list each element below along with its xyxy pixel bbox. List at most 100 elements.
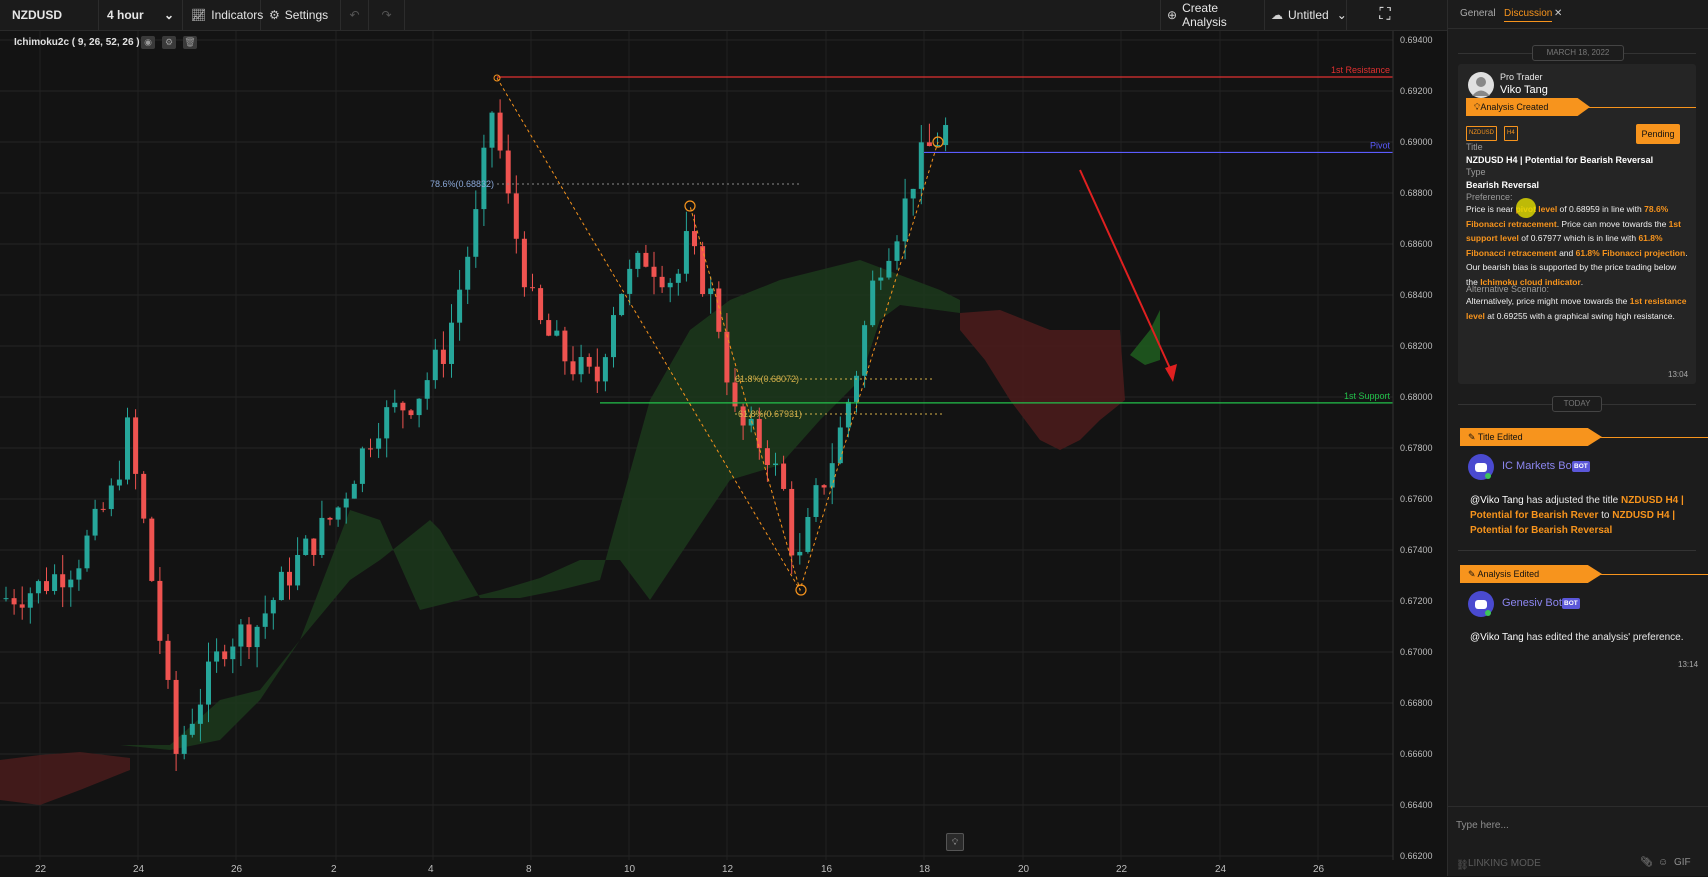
- x-tick-label: 8: [526, 864, 532, 875]
- candle-body: [724, 331, 730, 383]
- linking-mode-toggle[interactable]: LINKING MODE: [1468, 858, 1541, 869]
- author-name: Viko Tang: [1500, 84, 1548, 96]
- x-tick-label: 20: [1018, 864, 1030, 875]
- candle-body: [805, 516, 811, 552]
- candle-body: [206, 661, 211, 705]
- tab-general[interactable]: General: [1460, 8, 1496, 19]
- create-analysis-label: Create Analysis: [1182, 1, 1227, 29]
- candle-body: [278, 571, 284, 601]
- chart-toolbar: NZDUSD 4 hour ⌄ 📈︎ Indicators ⚙ Settings…: [0, 0, 1447, 31]
- candle-body: [854, 375, 859, 402]
- price-chart[interactable]: 1st Resistance0.69255Pivot0.689591st Sup…: [0, 31, 1447, 876]
- candle-body: [602, 357, 608, 382]
- ichimoku-cloud-bear-left: [0, 752, 130, 805]
- candle-body: [92, 508, 98, 536]
- lightbulb-icon[interactable]: 💡︎: [946, 833, 964, 851]
- redo-button[interactable]: ↷: [369, 0, 405, 30]
- message-input[interactable]: Type here...: [1456, 820, 1509, 831]
- redo-icon: ↷: [381, 8, 392, 22]
- candle-body: [376, 438, 382, 449]
- y-tick-label: 0.66400: [1400, 800, 1433, 810]
- candle-body: [254, 626, 260, 648]
- paperclip-icon[interactable]: 📎︎: [1640, 857, 1653, 868]
- y-tick-label: 0.68600: [1400, 239, 1433, 249]
- link-icon[interactable]: ⛓︎: [1456, 860, 1469, 871]
- event-analysis-edited: ✎ Analysis Edited: [1460, 565, 1602, 583]
- x-tick-label: 16: [821, 864, 833, 875]
- x-tick-label: 18: [919, 864, 931, 875]
- gif-button[interactable]: GIF: [1674, 857, 1691, 868]
- eye-icon[interactable]: ◉: [141, 36, 155, 49]
- candle-body: [287, 571, 292, 586]
- candle-body: [246, 624, 252, 648]
- y-tick-label: 0.68800: [1400, 188, 1433, 198]
- candle-body: [311, 538, 317, 555]
- bot-badge: BOT: [1572, 461, 1590, 472]
- fullscreen-button[interactable]: ⛶: [1365, 0, 1405, 30]
- undo-icon: ↶: [349, 8, 360, 22]
- candle-body: [408, 410, 414, 416]
- candle-body: [238, 624, 244, 647]
- candle-body: [432, 349, 438, 381]
- x-tick-label: 10: [624, 864, 636, 875]
- candle-body: [505, 150, 511, 194]
- candle-body: [489, 112, 495, 148]
- fullscreen-icon: ⛶: [1379, 6, 1391, 23]
- candle-body: [894, 241, 900, 261]
- symbol-selector[interactable]: NZDUSD: [0, 0, 99, 30]
- gear-icon[interactable]: ⚙: [162, 36, 176, 49]
- event-analysis-created: 💡︎Analysis Created: [1466, 98, 1590, 116]
- event-line: [1598, 574, 1708, 575]
- projection-arrowhead: [1165, 364, 1177, 382]
- chart-canvas[interactable]: 1st Resistance0.69255Pivot0.689591st Sup…: [0, 31, 1447, 876]
- candle-body: [222, 651, 228, 660]
- candle-body: [764, 448, 770, 465]
- author-role: Pro Trader: [1500, 72, 1543, 82]
- level-label: 1st Resistance: [1331, 65, 1390, 75]
- type-value: Bearish Reversal: [1466, 180, 1540, 190]
- candle-body: [457, 289, 463, 323]
- candle-body: [870, 280, 876, 326]
- candle-body: [716, 288, 722, 332]
- candle-body: [926, 142, 932, 147]
- layout-selector[interactable]: ☁ Untitled ⌄: [1265, 0, 1347, 30]
- y-tick-label: 0.66600: [1400, 749, 1433, 759]
- interval-selector[interactable]: 4 hour ⌄: [99, 0, 183, 30]
- candle-body: [149, 518, 155, 581]
- close-icon[interactable]: ✕: [1554, 8, 1562, 19]
- fib-point-marker: [795, 584, 807, 596]
- y-tick-label: 0.69200: [1400, 86, 1433, 96]
- emoji-icon[interactable]: ☺: [1658, 857, 1668, 868]
- candle-body: [359, 448, 365, 484]
- settings-button[interactable]: ⚙ Settings: [261, 0, 341, 30]
- candle-body: [368, 448, 373, 450]
- indicators-button[interactable]: 📈︎ Indicators: [183, 0, 263, 30]
- undo-button[interactable]: ↶: [341, 0, 369, 30]
- candle-body: [675, 273, 681, 283]
- avatar: [1468, 72, 1494, 98]
- candle-body: [424, 380, 430, 399]
- candle-body: [627, 268, 633, 294]
- chart-line-icon: 📈︎: [191, 8, 207, 22]
- candle-body: [44, 581, 49, 592]
- x-tick-label: 24: [133, 864, 145, 875]
- event-title-edited: ✎ Title Edited: [1460, 428, 1602, 446]
- user-icon: [1472, 77, 1490, 96]
- plus-circle-icon: ⊕: [1167, 8, 1178, 22]
- candle-body: [886, 260, 892, 278]
- event-line: [1598, 437, 1708, 438]
- tab-discussion[interactable]: Discussion: [1504, 8, 1553, 22]
- event-line: [1588, 107, 1696, 108]
- create-analysis-button[interactable]: ⊕ Create Analysis: [1160, 0, 1265, 30]
- y-tick-label: 0.68400: [1400, 290, 1433, 300]
- analysis-edit-message: @Viko Tang has edited the analysis' pref…: [1470, 632, 1684, 643]
- candle-body: [214, 651, 220, 662]
- candle-body: [943, 125, 949, 146]
- candle-body: [60, 574, 66, 588]
- candle-body: [813, 485, 819, 517]
- candle-body: [343, 498, 349, 508]
- untitled-label: Untitled: [1288, 8, 1329, 22]
- trash-icon[interactable]: 🗑︎: [183, 36, 197, 49]
- settings-label: Settings: [284, 8, 329, 22]
- level-label: Pivot: [1370, 140, 1391, 150]
